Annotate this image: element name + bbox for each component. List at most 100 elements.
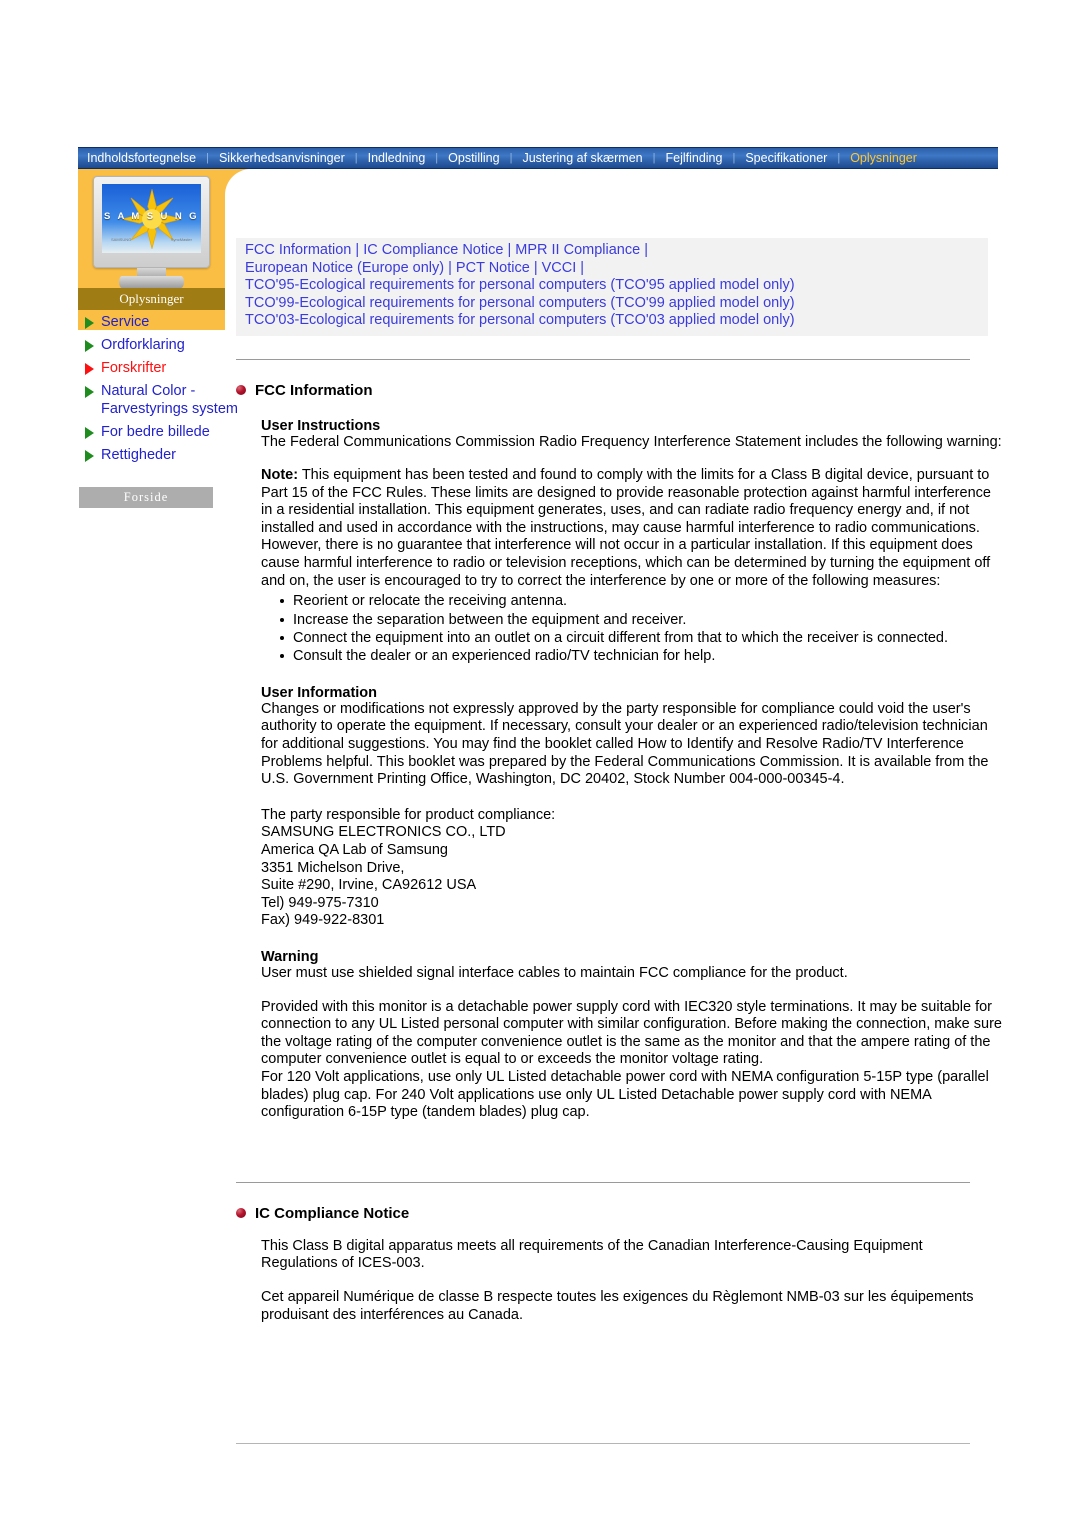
responsible-party-line: The party responsible for product compli… xyxy=(261,806,556,823)
top-navigation-bar: Indholdsfortegnelse | Sikkerhedsanvisnin… xyxy=(78,147,998,169)
nav-separator: | xyxy=(206,151,209,164)
nav-tab-opstilling[interactable]: Opstilling xyxy=(439,152,508,165)
content-divider-middle xyxy=(236,1181,970,1183)
nav-separator: | xyxy=(354,151,358,164)
fcc-measures-list: Reorient or relocate the receiving anten… xyxy=(261,592,998,666)
sidebar-item-label: For bedre billede xyxy=(101,424,210,440)
sidebar-item-natural-color[interactable]: Natural Color - Farvestyrings system xyxy=(78,382,238,418)
link-separator: | xyxy=(529,259,542,276)
monitor-product-image: S A M S U N G SAMSUNG SyncMaster xyxy=(93,176,210,288)
section-links-row-3: TCO'95-Ecological requirements for perso… xyxy=(245,277,979,295)
nav-tab-indholdsfortegnelse[interactable]: Indholdsfortegnelse xyxy=(78,152,205,165)
sidebar-item-forskrifter[interactable]: Forskrifter xyxy=(78,359,238,377)
link-mpr-ii-compliance[interactable]: MPR II Compliance xyxy=(515,242,640,258)
triangle-bullet-icon xyxy=(85,340,94,352)
user-information-paragraph: Changes or modifications not expressly a… xyxy=(261,700,989,788)
sidebar-item-label: Ordforklaring xyxy=(101,337,185,353)
link-ic-compliance-notice[interactable]: IC Compliance Notice xyxy=(363,242,503,258)
sidebar-section-caption: Oplysninger xyxy=(78,288,225,310)
power-cord-paragraph: Provided with this monitor is a detachab… xyxy=(261,998,1002,1068)
sidebar-item-label: Natural Color - Farvestyrings system xyxy=(101,383,238,417)
heading-text: FCC Information xyxy=(255,381,373,399)
sidebar-item-rettigheder[interactable]: Rettigheder xyxy=(78,446,238,464)
nav-tab-specifikationer[interactable]: Specifikationer xyxy=(736,152,836,165)
section-links-row-5: TCO'03-Ecological requirements for perso… xyxy=(245,312,979,330)
triangle-bullet-icon-active xyxy=(85,363,94,375)
monitor-model-label: SyncMaster xyxy=(170,237,192,242)
list-item: Consult the dealer or an experienced rad… xyxy=(280,647,998,665)
triangle-bullet-icon xyxy=(85,450,94,462)
responsible-party-line: Tel) 949-975-7310 xyxy=(261,894,379,911)
nav-separator: | xyxy=(652,151,656,164)
heading-text: IC Compliance Notice xyxy=(255,1204,410,1222)
list-item: Connect the equipment into an outlet on … xyxy=(280,629,998,647)
section-links-box: FCC Information | IC Compliance Notice |… xyxy=(236,238,988,336)
link-pct-notice[interactable]: PCT Notice xyxy=(456,260,530,276)
heading-ic-compliance-notice: IC Compliance Notice xyxy=(236,1205,998,1222)
link-separator: | xyxy=(444,259,456,276)
red-bullet-icon xyxy=(236,385,246,395)
sidebar-item-label: Rettigheder xyxy=(101,447,176,463)
monitor-base xyxy=(119,276,184,288)
content-divider-top xyxy=(236,358,970,360)
link-tco95[interactable]: TCO'95-Ecological requirements for perso… xyxy=(245,277,795,293)
monitor-brand-label: SAMSUNG xyxy=(111,237,132,242)
nav-tab-oplysninger[interactable]: Oplysninger xyxy=(841,152,926,165)
link-vcci[interactable]: VCCI xyxy=(542,260,577,276)
nav-tab-justering-af-skaermen[interactable]: Justering af skærmen xyxy=(513,152,651,165)
nav-tab-indledning[interactable]: Indledning xyxy=(359,152,435,165)
red-bullet-icon xyxy=(236,1208,246,1219)
content-divider-bottom xyxy=(236,1443,970,1444)
responsible-party-line: SAMSUNG ELECTRONICS CO., LTD xyxy=(261,824,506,841)
sidebar-item-ordforklaring[interactable]: Ordforklaring xyxy=(78,336,238,354)
link-separator: | xyxy=(640,242,648,258)
link-separator: | xyxy=(576,259,585,276)
sidebar-item-for-bedre-billede[interactable]: For bedre billede xyxy=(78,423,238,441)
ic-paragraph-english: This Class B digital apparatus meets all… xyxy=(261,1237,923,1272)
link-tco99[interactable]: TCO'99-Ecological requirements for perso… xyxy=(245,295,795,311)
nav-tab-sikkerhedsanvisninger[interactable]: Sikkerhedsanvisninger xyxy=(210,152,354,165)
sidebar-item-label: Service xyxy=(101,314,150,330)
nav-separator: | xyxy=(509,151,513,164)
page-root: Indholdsfortegnelse | Sikkerhedsanvisnin… xyxy=(0,0,1080,1528)
sidebar-panel-corner xyxy=(225,169,255,205)
sidebar-item-service[interactable]: Service xyxy=(78,313,238,331)
responsible-party-line: America QA Lab of Samsung xyxy=(261,842,448,859)
main-content: FCC Information | IC Compliance Notice |… xyxy=(236,238,1002,1324)
subheading-warning: Warning xyxy=(261,949,319,965)
note-body: This equipment has been tested and found… xyxy=(261,467,991,589)
section-links-row-1: FCC Information | IC Compliance Notice |… xyxy=(245,242,979,260)
nav-separator: | xyxy=(435,151,439,164)
triangle-bullet-icon xyxy=(85,386,94,398)
link-separator: | xyxy=(351,242,364,258)
monitor-screen: S A M S U N G SAMSUNG SyncMaster xyxy=(102,184,201,253)
link-european-notice[interactable]: European Notice (Europe only) xyxy=(245,260,444,276)
heading-fcc-information: FCC Information xyxy=(236,382,998,399)
note-label: Note: xyxy=(261,467,299,484)
responsible-party-line: 3351 Michelson Drive, xyxy=(261,859,405,876)
nema-paragraph: For 120 Volt applications, use only UL L… xyxy=(261,1068,989,1121)
sidebar-item-label: Forskrifter xyxy=(101,360,167,376)
responsible-party-line: Suite #290, Irvine, CA92612 USA xyxy=(261,877,477,894)
section-links-row-2: European Notice (Europe only) | PCT Noti… xyxy=(245,260,979,278)
link-separator: | xyxy=(503,242,516,258)
list-item: Increase the separation between the equi… xyxy=(280,611,998,629)
subheading-user-information: User Information xyxy=(261,684,378,701)
user-instructions-paragraph: The Federal Communications Commission Ra… xyxy=(261,433,1002,450)
fcc-note-paragraph: Note: This equipment has been tested and… xyxy=(261,467,1002,590)
link-fcc-information[interactable]: FCC Information xyxy=(245,242,351,258)
responsible-party-block: The party responsible for product compli… xyxy=(261,807,998,930)
warning-paragraph: User must use shielded signal interface … xyxy=(261,965,848,981)
ic-paragraph-french: Cet appareil Numérique de classe B respe… xyxy=(261,1288,974,1323)
nav-tab-fejlfinding[interactable]: Fejlfinding xyxy=(656,152,731,165)
link-tco03[interactable]: TCO'03-Ecological requirements for perso… xyxy=(245,312,795,328)
section-links-row-4: TCO'99-Ecological requirements for perso… xyxy=(245,295,979,313)
triangle-bullet-icon xyxy=(85,427,94,439)
ic-body: This Class B digital apparatus meets all… xyxy=(236,1238,998,1324)
home-button[interactable]: Forside xyxy=(79,487,213,508)
nav-separator: | xyxy=(732,151,736,164)
sidebar-menu: Service Ordforklaring Forskrifter Natura… xyxy=(78,313,238,469)
monitor-bezel: S A M S U N G SAMSUNG SyncMaster xyxy=(93,176,210,268)
fcc-body: User Instructions The Federal Communicat… xyxy=(236,418,1002,1122)
triangle-bullet-icon xyxy=(85,317,94,329)
